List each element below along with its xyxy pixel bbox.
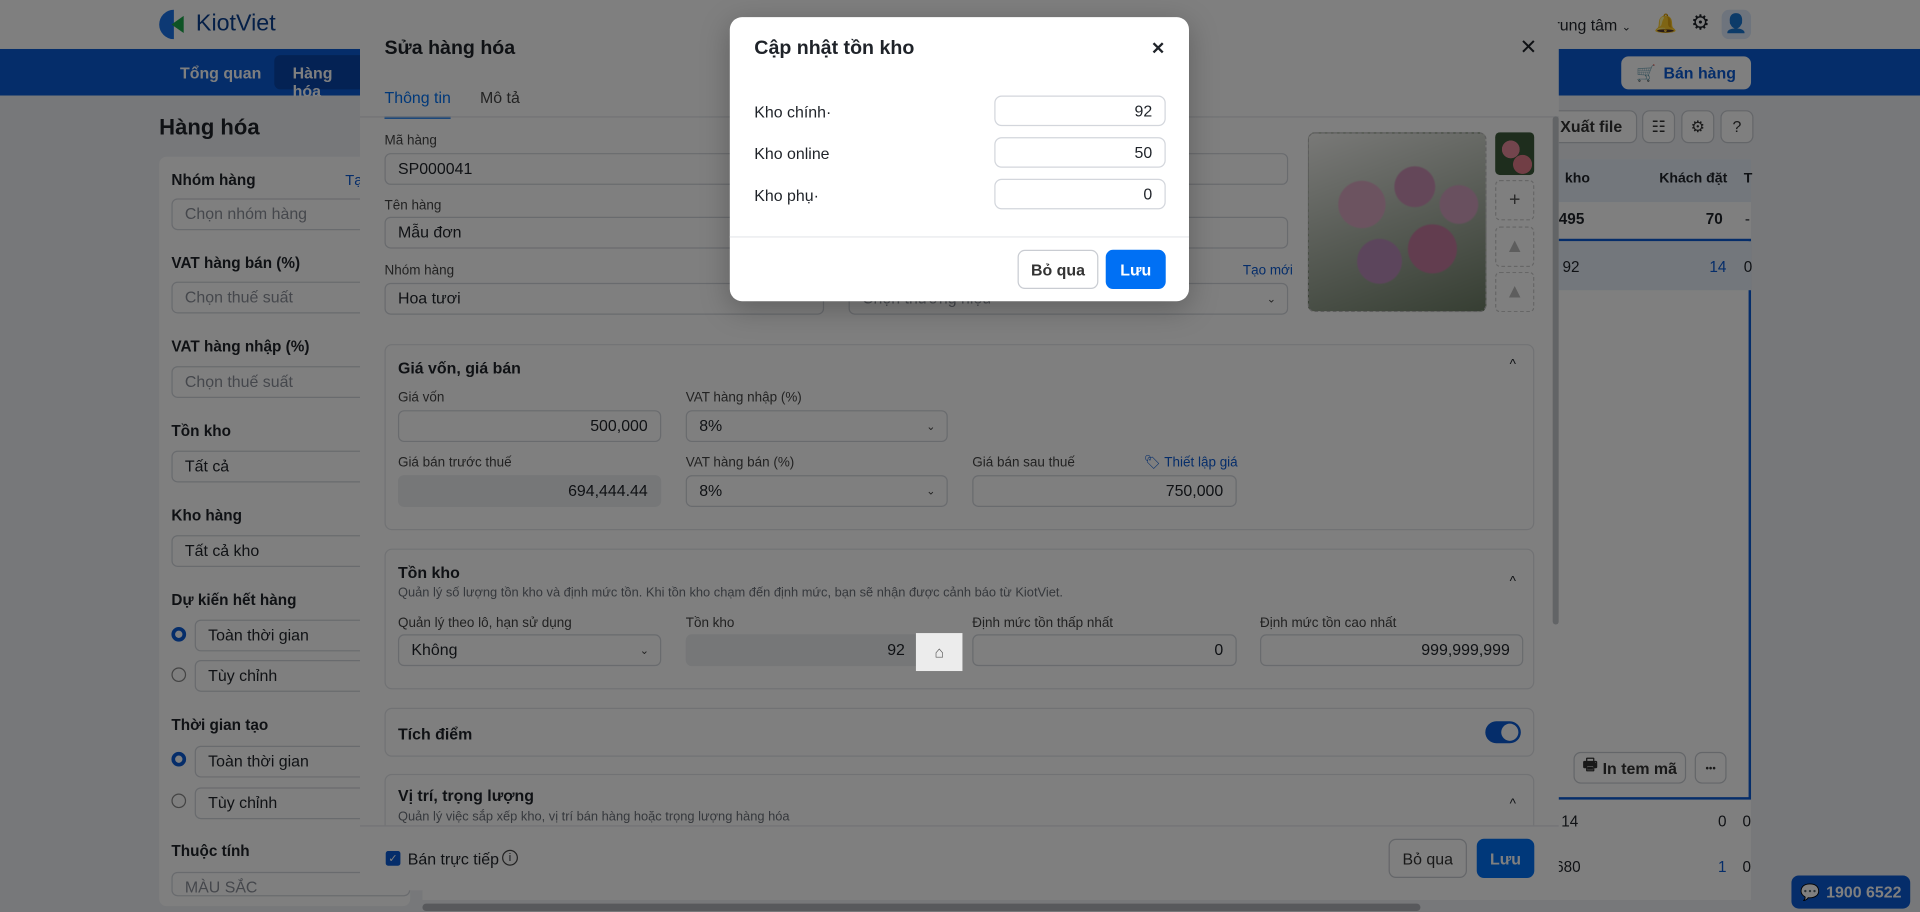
dialog-save-button[interactable]: Lưu bbox=[1105, 249, 1166, 289]
warehouse-online-input[interactable]: 50 bbox=[994, 137, 1166, 168]
dialog-title: Cập nhật tồn kho bbox=[754, 37, 915, 59]
warehouse-main-label: Kho chính· bbox=[754, 102, 832, 122]
warehouse-stock-button[interactable]: ⌂ bbox=[915, 633, 963, 672]
update-stock-dialog: Cập nhật tồn kho ✕ Kho chính· 92 Kho onl… bbox=[729, 17, 1189, 302]
warehouse-secondary-label: Kho phụ· bbox=[754, 186, 819, 205]
close-icon[interactable]: ✕ bbox=[1151, 38, 1165, 59]
warehouse-secondary-input[interactable]: 0 bbox=[994, 178, 1166, 210]
app-root: KiotViet Trung tâm ⌄ 🔔 ⚙ 👤 Tổng quan Hàn… bbox=[0, 0, 1920, 912]
dialog-cancel-button[interactable]: Bỏ qua bbox=[1017, 249, 1099, 289]
warehouse-online-label: Kho online bbox=[754, 144, 830, 163]
warehouse-main-input[interactable]: 92 bbox=[994, 95, 1166, 127]
dialog-divider bbox=[729, 236, 1189, 238]
warehouse-icon: ⌂ bbox=[934, 642, 944, 662]
